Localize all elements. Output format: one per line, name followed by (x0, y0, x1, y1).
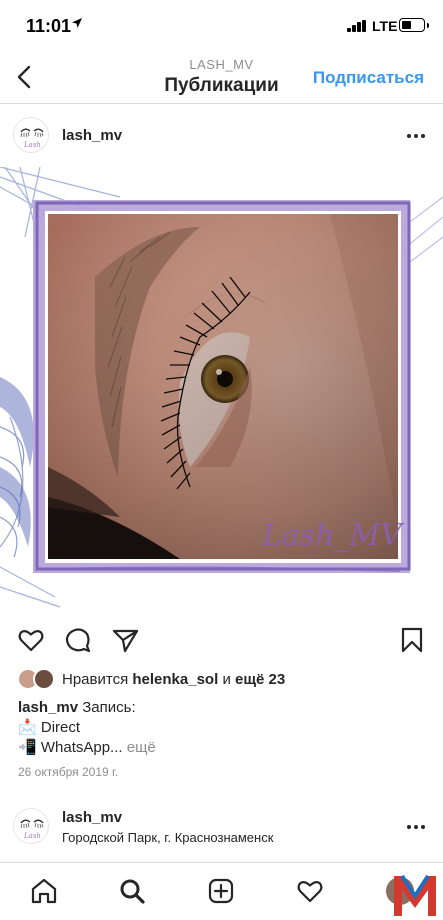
caption-line-direct: Direct (40, 719, 81, 736)
image-signature: Lash_MV (261, 518, 405, 553)
signal-icon (347, 20, 367, 32)
post-caption: lash_mv Запись: 📩 Direct 📲 WhatsApp... е… (18, 698, 156, 758)
caption-more-link[interactable]: ещё (127, 739, 156, 756)
search-icon[interactable] (118, 877, 146, 905)
likes-prefix: Нравится (62, 671, 129, 688)
battery-icon (399, 18, 429, 32)
post-header: Lash lash_mv (0, 105, 443, 167)
svg-text:Lash: Lash (23, 832, 41, 840)
status-bar: 11:01 LTE (0, 0, 443, 52)
next-post-location[interactable]: Городской Парк, г. Краснознаменск (62, 830, 273, 845)
share-icon[interactable] (111, 626, 139, 654)
envelope-icon: 📩 (18, 719, 37, 736)
eyelash-photo: Lash_MV (0, 167, 443, 608)
likes-text[interactable]: Нравится helenka_sol и ещё 23 (62, 671, 285, 688)
follow-button[interactable]: Подписаться (313, 68, 424, 88)
more-options-button[interactable] (407, 131, 431, 141)
new-post-icon[interactable] (207, 877, 235, 905)
likes-joiner: и (222, 671, 231, 688)
next-post-username[interactable]: lash_mv (62, 809, 122, 826)
lash-logo-icon: Lash (20, 128, 44, 149)
watermark-logo-icon (394, 874, 436, 916)
bottom-tab-bar (0, 862, 443, 920)
likes-others[interactable]: ещё 23 (235, 671, 285, 688)
caption-username[interactable]: lash_mv (18, 699, 78, 716)
avatar (33, 668, 55, 690)
activity-icon[interactable] (296, 877, 324, 905)
post-date: 26 октября 2019 г. (18, 765, 119, 779)
caption-line-whatsapp: WhatsApp... (40, 739, 123, 756)
next-post-header: Lash lash_mv Городской Парк, г. Краснозн… (0, 800, 443, 860)
location-arrow-icon (72, 18, 82, 28)
status-time: 11:01 (26, 16, 72, 36)
avatar[interactable]: Lash (13, 117, 49, 153)
network-label: LTE (372, 18, 398, 34)
svg-text:Lash: Lash (23, 141, 41, 149)
caption-text: Запись: (82, 699, 136, 716)
navigation-header: LASH_MV Публикации Подписаться (0, 52, 443, 104)
post-username[interactable]: lash_mv (62, 127, 122, 144)
like-heart-icon[interactable] (17, 626, 45, 654)
liker-username[interactable]: helenka_sol (132, 671, 218, 688)
home-icon[interactable] (30, 877, 58, 905)
lash-logo-icon: Lash (20, 819, 44, 840)
avatar[interactable]: Lash (13, 808, 49, 844)
phone-icon: 📲 (18, 739, 37, 756)
likers-avatars (17, 668, 57, 692)
more-options-button[interactable] (407, 822, 431, 832)
post-actions (0, 620, 443, 660)
bookmark-icon[interactable] (398, 626, 426, 654)
comment-icon[interactable] (64, 626, 92, 654)
post-image[interactable]: Lash_MV (0, 167, 443, 610)
